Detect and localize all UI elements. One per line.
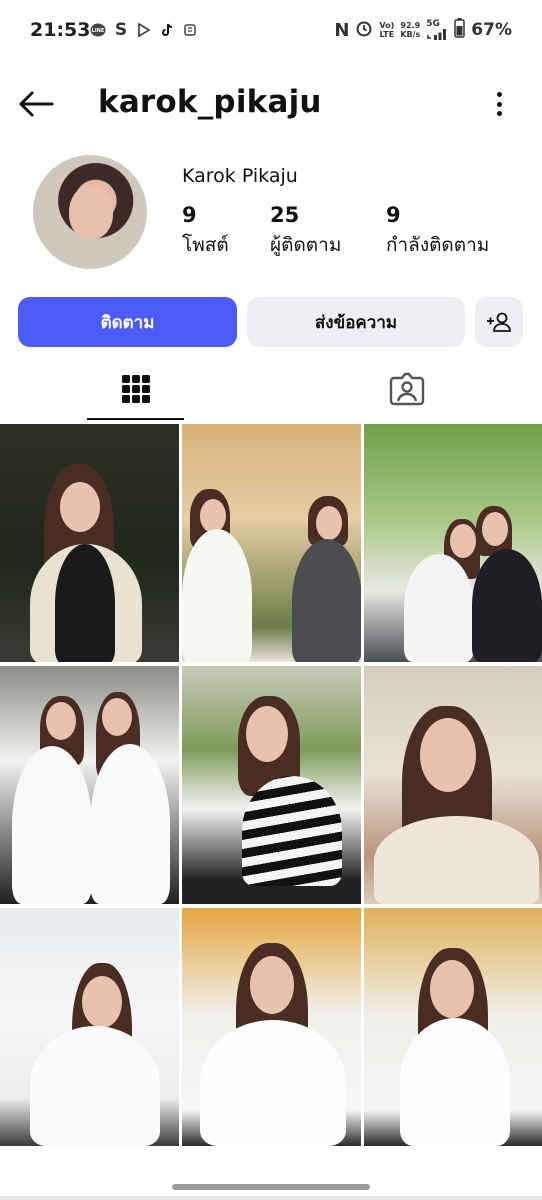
post-thumbnail[interactable] — [0, 908, 179, 1146]
tiktok-icon — [159, 22, 175, 38]
post-thumbnail[interactable] — [182, 908, 361, 1146]
tab-posts-grid[interactable] — [87, 358, 184, 420]
play-store-icon — [136, 22, 152, 38]
battery-percent: 67% — [471, 20, 512, 40]
back-arrow-icon — [19, 91, 54, 117]
signal-icon: 5G — [426, 20, 448, 40]
s-app-icon: S — [114, 20, 128, 40]
network-type: 5G — [426, 19, 440, 29]
follow-button[interactable]: ติดตาม — [18, 297, 237, 347]
posts-grid — [0, 424, 542, 1200]
volte-indicator: Vo) LTE — [379, 21, 395, 39]
more-options-button[interactable] — [492, 88, 506, 120]
post-thumbnail[interactable] — [364, 908, 542, 1146]
post-thumbnail[interactable] — [0, 424, 179, 662]
back-button[interactable] — [14, 86, 58, 122]
profile-tabs — [0, 358, 542, 420]
posts-label: โพสต์ — [182, 234, 229, 256]
alarm-icon — [355, 19, 373, 41]
status-time: 21:53 — [30, 19, 91, 41]
avatar[interactable] — [33, 155, 147, 269]
battery-icon — [454, 18, 466, 42]
add-person-icon — [487, 312, 511, 332]
next-row-peek — [0, 1196, 542, 1200]
grid-icon — [121, 375, 150, 403]
posts-count: 9 — [182, 203, 197, 227]
posts-stat[interactable]: 9 โพสต์ — [182, 203, 229, 260]
app-notification-icon — [182, 22, 198, 38]
nfc-icon: N — [334, 19, 350, 41]
status-bar: 21:53 LINE S N Vo) LTE 92.9 KB/s 5G 67% — [0, 0, 542, 66]
system-indicators: N Vo) LTE 92.9 KB/s 5G 67% — [334, 18, 512, 42]
svg-text:LINE: LINE — [92, 28, 105, 34]
display-name: Karok Pikaju — [182, 165, 298, 187]
post-thumbnail[interactable] — [182, 666, 361, 904]
followers-count: 25 — [270, 203, 300, 227]
more-options-dot — [496, 111, 502, 116]
active-tab-indicator — [87, 418, 184, 420]
notification-icons: LINE S — [90, 20, 198, 40]
more-options-icon — [496, 92, 502, 97]
post-thumbnail[interactable] — [364, 424, 542, 662]
gesture-navigation-bar[interactable] — [172, 1184, 370, 1190]
post-thumbnail[interactable] — [364, 666, 542, 904]
followers-label: ผู้ติดตาม — [270, 234, 342, 256]
more-options-dot — [496, 101, 502, 107]
post-thumbnail[interactable] — [182, 424, 361, 662]
line-icon: LINE — [90, 22, 106, 38]
tab-tagged[interactable] — [358, 358, 455, 420]
message-button[interactable]: ส่งข้อความ — [247, 297, 465, 347]
post-thumbnail[interactable] — [0, 666, 179, 904]
network-speed: 92.9 KB/s — [400, 21, 421, 39]
profile-header: karok_pikaju — [0, 66, 542, 142]
suggested-accounts-button[interactable] — [475, 297, 523, 347]
following-stat[interactable]: 9 กำลังติดตาม — [386, 203, 489, 260]
following-label: กำลังติดตาม — [386, 234, 490, 256]
tagged-person-icon — [389, 372, 424, 406]
followers-stat[interactable]: 25 ผู้ติดตาม — [270, 203, 341, 260]
following-count: 9 — [386, 203, 401, 227]
page-title-username: karok_pikaju — [98, 84, 322, 120]
